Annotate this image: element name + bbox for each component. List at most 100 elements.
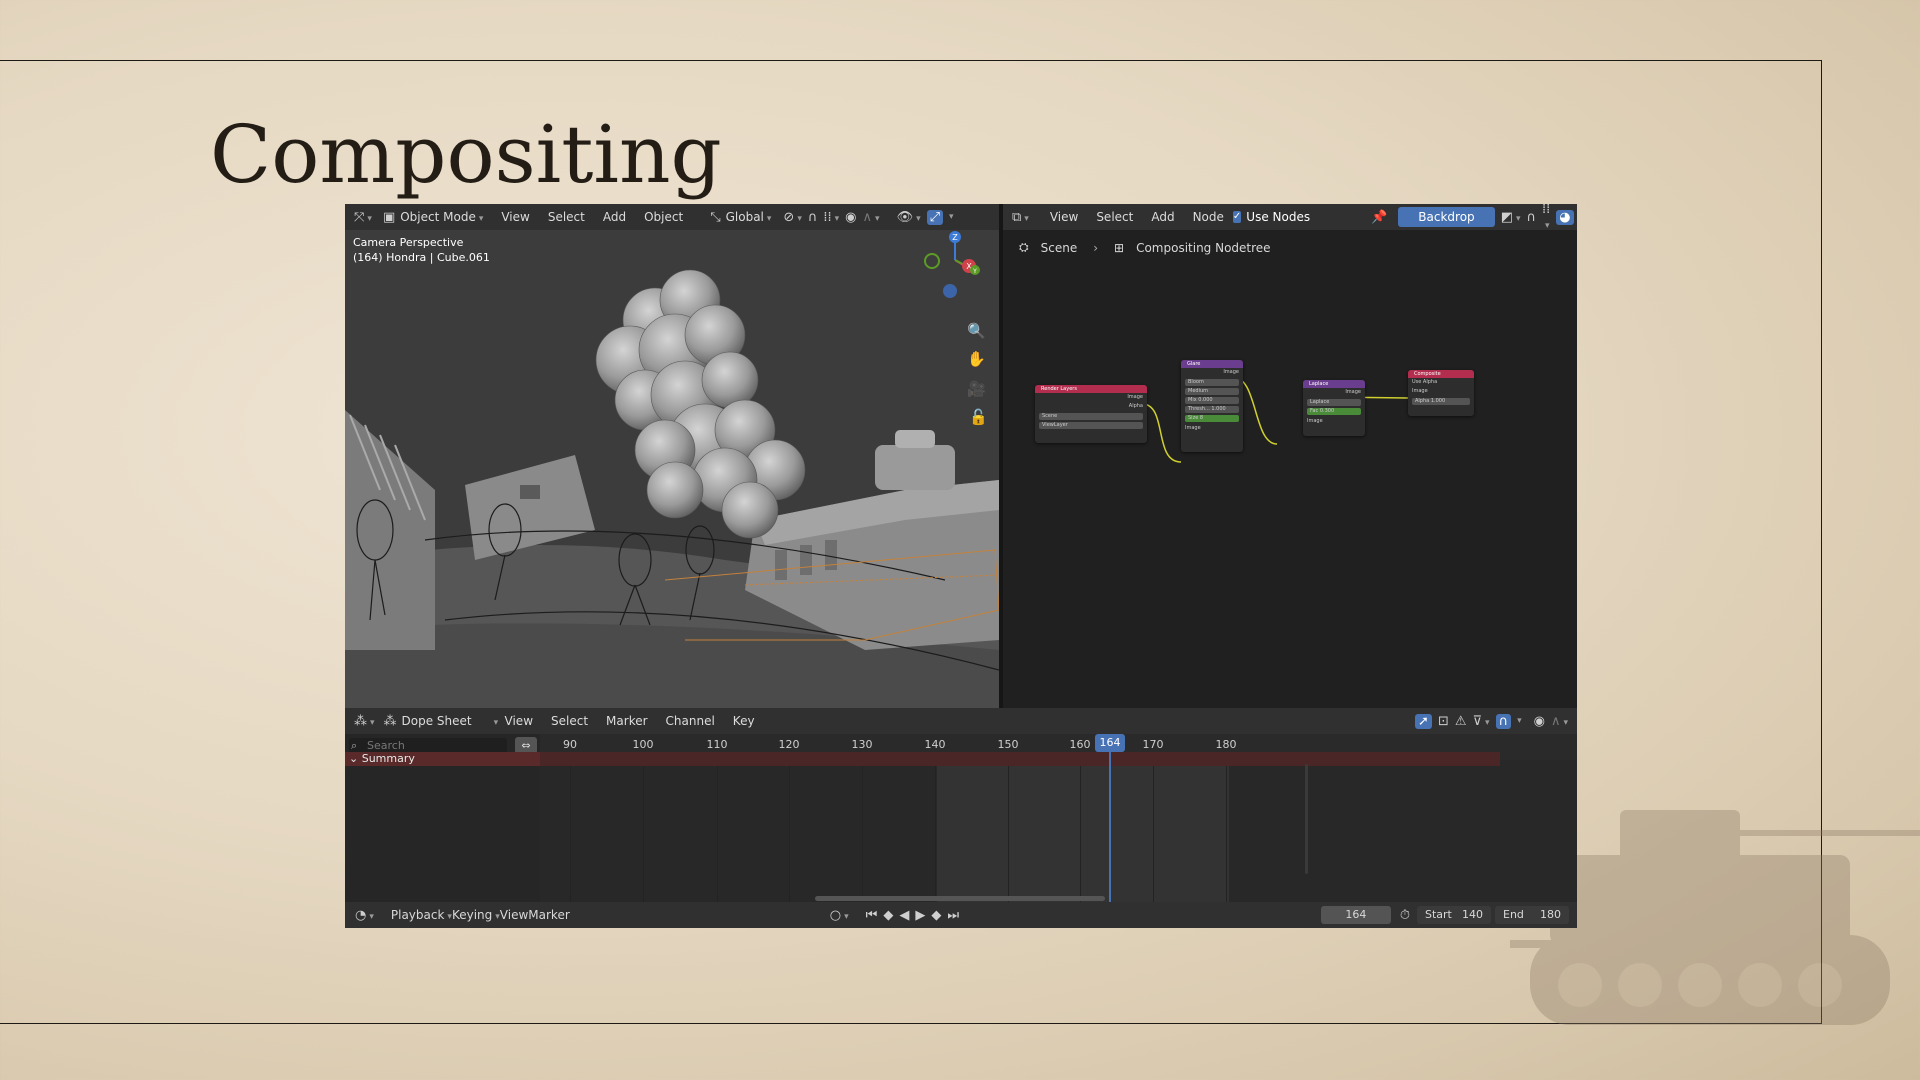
playback-menu[interactable]: Playback ▾ <box>391 908 452 922</box>
dope-mode-dropdown[interactable]: Dope Sheet ▾ <box>402 714 499 728</box>
playhead-line[interactable] <box>1109 734 1111 902</box>
errors-icon[interactable]: ⚠ <box>1455 714 1467 729</box>
frame-tick: 170 <box>1142 738 1164 751</box>
dope-menu-marker[interactable]: Marker <box>606 714 647 728</box>
preview-range-icon[interactable]: ⏱ <box>1400 908 1410 923</box>
snap-icon[interactable]: ∩ <box>808 210 818 225</box>
composite-node[interactable]: Composite Use Alpha Image Alpha 1.000 <box>1408 370 1474 416</box>
snap-target-icon[interactable]: ⁞⁞ ▾ <box>823 210 839 225</box>
gizmo-y-label: Y <box>972 268 977 275</box>
dope-menu-select[interactable]: Select <box>551 714 588 728</box>
composite-use-alpha[interactable]: Use Alpha <box>1408 378 1474 387</box>
falloff-icon[interactable]: ∧ ▾ <box>863 210 880 225</box>
dope-falloff-icon[interactable]: ∧ ▾ <box>1551 714 1568 729</box>
expand-chevron-icon[interactable]: ⌄ <box>349 752 358 765</box>
auto-keying-icon[interactable]: ○ ▾ <box>830 908 849 923</box>
render-layers-alpha-output[interactable]: Alpha <box>1035 402 1147 411</box>
gizmo-toggle-icon[interactable]: ⤢ <box>926 209 944 225</box>
composite-alpha-field[interactable]: Alpha 1.000 <box>1412 398 1470 405</box>
summary-channel[interactable]: ⌄ Summary <box>345 752 540 766</box>
only-selected-icon[interactable]: ➚ <box>1415 713 1432 729</box>
dope-editor-type-icon[interactable]: ⁂ ▾ <box>354 714 375 729</box>
laplace-fac-field[interactable]: Fac 0.300 <box>1307 408 1361 415</box>
timeline-marker-menu[interactable]: Marker <box>528 908 569 922</box>
node-editor-type-icon[interactable]: ⧉ ▾ <box>1012 210 1029 225</box>
laplace-image-input[interactable]: Image <box>1303 417 1365 426</box>
frame-gridline <box>935 760 936 902</box>
navigation-gizmo[interactable]: Z X Y <box>920 230 990 310</box>
glare-quality-field[interactable]: Medium <box>1185 388 1239 395</box>
end-frame-field[interactable]: End 180 <box>1495 906 1569 924</box>
orientation-dropdown[interactable]: Global ▾ <box>726 210 772 224</box>
pin-icon[interactable]: 📌 <box>1371 210 1387 225</box>
camera-view-icon[interactable]: 🎥 <box>967 380 986 398</box>
glare-image-input[interactable]: Image <box>1181 424 1243 433</box>
use-nodes-checkbox[interactable]: ✓ <box>1232 211 1242 223</box>
keying-menu[interactable]: Keying ▾ <box>452 908 500 922</box>
prev-keyframe-icon[interactable]: ◆ <box>883 908 893 923</box>
proportional-edit-icon[interactable]: ◉ <box>845 210 856 225</box>
pan-hand-icon[interactable]: ✋ <box>967 350 986 368</box>
timeline-view-menu[interactable]: View <box>500 908 528 922</box>
current-frame-indicator[interactable]: 164 <box>1095 734 1125 752</box>
timeline-editor-icon[interactable]: ◔ ▾ <box>355 908 374 923</box>
play-icon[interactable]: ▶ <box>915 908 925 923</box>
start-frame-field[interactable]: Start 140 <box>1417 906 1491 924</box>
laplace-node[interactable]: Laplace Image Laplace Fac 0.300 Image <box>1303 380 1365 436</box>
pivot-icon[interactable]: ⊘ ▾ <box>783 210 801 225</box>
dope-sheet-body[interactable]: Search ⌕ ⇔ 90 100 110 120 130 140 150 16… <box>345 734 1577 902</box>
next-keyframe-icon[interactable]: ◆ <box>931 908 941 923</box>
3d-viewport[interactable]: Camera Perspective (164) Hondra | Cube.0… <box>345 230 999 708</box>
node-links <box>1141 376 1409 463</box>
dope-menu-key[interactable]: Key <box>733 714 755 728</box>
overlay-icon[interactable]: ◕ <box>1556 209 1574 225</box>
play-reverse-icon[interactable]: ◀ <box>899 908 909 923</box>
backdrop-channels-icon[interactable]: ◩ ▾ <box>1501 210 1521 225</box>
frame-tick: 110 <box>706 738 728 751</box>
render-layers-scene-field[interactable]: Scene <box>1039 413 1143 420</box>
dope-menu-channel[interactable]: Channel <box>666 714 715 728</box>
menu-add[interactable]: Add <box>603 210 626 224</box>
visibility-icon[interactable]: 👁 ▾ <box>897 210 921 225</box>
frame-tick: 180 <box>1215 738 1237 751</box>
dope-proportional-icon[interactable]: ◉ <box>1534 714 1545 729</box>
jump-start-icon[interactable]: ⏮ <box>866 908 878 923</box>
glare-mix-field[interactable]: Mix 0.000 <box>1185 397 1239 404</box>
horizontal-scrollbar[interactable] <box>815 896 1105 901</box>
node-snap-target-icon[interactable]: ⁞⁞▾ <box>1542 204 1550 232</box>
node-menu-node[interactable]: Node <box>1193 210 1224 224</box>
laplace-image-output[interactable]: Image <box>1303 388 1365 397</box>
vertical-scrollbar[interactable] <box>1305 764 1308 874</box>
object-mode-dropdown[interactable]: Object Mode ▾ <box>400 210 483 224</box>
glare-size-field[interactable]: Size 8 <box>1185 415 1239 422</box>
current-frame-field[interactable]: 164 <box>1320 906 1391 924</box>
zoom-icon[interactable]: 🔍 <box>967 322 986 340</box>
node-snap-icon[interactable]: ∩ <box>1527 210 1537 225</box>
laplace-type-field[interactable]: Laplace <box>1307 399 1361 406</box>
menu-view[interactable]: View <box>501 210 529 224</box>
editor-type-icon[interactable]: ⤧ ▾ <box>354 210 372 225</box>
glare-type-field[interactable]: Bloom <box>1185 379 1239 386</box>
glare-threshold-field[interactable]: Thresh... 1.000 <box>1185 406 1239 413</box>
node-menu-view[interactable]: View <box>1050 210 1078 224</box>
menu-select[interactable]: Select <box>548 210 585 224</box>
lock-camera-icon[interactable]: 🔓 <box>969 408 988 426</box>
jump-end-icon[interactable]: ⏭ <box>947 908 959 923</box>
glare-node[interactable]: Glare Image Bloom Medium Mix 0.000 Thres… <box>1181 360 1243 452</box>
render-layers-viewlayer-field[interactable]: ViewLayer <box>1039 422 1143 429</box>
show-hidden-icon[interactable]: ⊡ <box>1438 714 1449 729</box>
dope-snap-icon[interactable]: ∩ <box>1495 713 1512 729</box>
render-layers-image-output[interactable]: Image <box>1035 393 1147 402</box>
menu-object[interactable]: Object <box>644 210 683 224</box>
filter-icon[interactable]: ⊽ ▾ <box>1473 714 1490 729</box>
node-menu-select[interactable]: Select <box>1096 210 1133 224</box>
render-layers-node[interactable]: Render Layers Image Alpha Scene ViewLaye… <box>1035 385 1147 443</box>
compositor-node-editor[interactable]: ⛭ Scene › ⊞ Compositing Nodetree Render … <box>1003 230 1577 708</box>
backdrop-button[interactable]: Backdrop <box>1398 207 1495 227</box>
composite-image-input[interactable]: Image <box>1408 387 1474 396</box>
search-icon: ⌕ <box>351 739 358 752</box>
dope-menu-view[interactable]: View <box>505 714 533 728</box>
transform-orientation-icon: ⤡ <box>710 209 721 225</box>
node-menu-add[interactable]: Add <box>1151 210 1174 224</box>
glare-image-output[interactable]: Image <box>1181 368 1243 377</box>
